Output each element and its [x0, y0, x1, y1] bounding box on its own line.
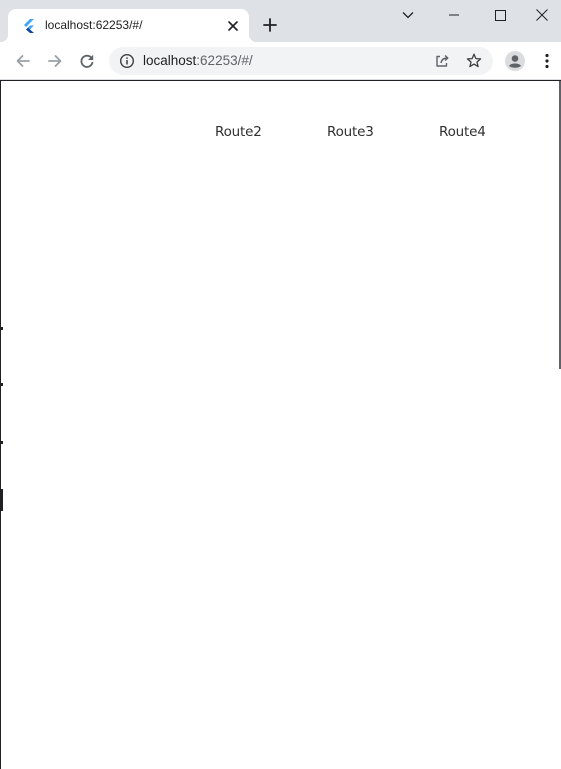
- frame-edge: [1, 327, 3, 330]
- chevron-down-icon: [402, 12, 414, 19]
- browser-tab[interactable]: localhost:62253/#/: [0, 9, 257, 42]
- forward-button[interactable]: [43, 49, 67, 73]
- share-icon[interactable]: [433, 52, 451, 70]
- frame-edge: [1, 383, 3, 386]
- arrow-left-icon: [16, 55, 30, 67]
- kebab-menu-icon: [545, 53, 549, 69]
- tab-title: localhost:62253/#/: [45, 18, 143, 32]
- person-icon: [505, 51, 525, 71]
- url-path: :62253/#/: [196, 53, 253, 68]
- minimize-button[interactable]: [431, 0, 477, 30]
- reload-button[interactable]: [75, 49, 99, 73]
- tab-strip: localhost:62253/#/: [0, 0, 561, 42]
- back-button[interactable]: [11, 49, 35, 73]
- minimize-icon: [449, 14, 459, 16]
- reload-icon: [80, 54, 94, 68]
- star-icon[interactable]: [465, 52, 483, 70]
- close-window-button[interactable]: [523, 0, 561, 30]
- nav-link-route2[interactable]: Route2: [215, 124, 262, 140]
- info-icon[interactable]: [119, 53, 135, 69]
- frame-edge: [1, 489, 3, 511]
- tab-close-button[interactable]: [224, 17, 242, 35]
- frame-edge: [1, 441, 3, 444]
- browser-toolbar: localhost:62253/#/: [0, 42, 561, 80]
- close-icon: [536, 9, 548, 21]
- nav-link-route4[interactable]: Route4: [439, 124, 486, 140]
- nav-link-route3[interactable]: Route3: [327, 124, 374, 140]
- close-icon: [228, 21, 238, 31]
- address-bar[interactable]: localhost:62253/#/: [109, 47, 493, 75]
- new-tab-button[interactable]: [260, 15, 280, 35]
- maximize-button[interactable]: [477, 0, 523, 30]
- browser-menu-button[interactable]: [537, 49, 557, 73]
- plus-icon: [263, 18, 277, 32]
- arrow-right-icon: [48, 55, 62, 67]
- url-text[interactable]: localhost:62253/#/: [143, 53, 253, 68]
- flutter-logo-icon: [24, 19, 34, 33]
- page-viewport: Route2 Route3 Route4: [0, 80, 561, 769]
- browser-window: localhost:62253/#/ localhost:62253/#/ Ro…: [0, 0, 561, 769]
- url-host: localhost: [143, 53, 197, 68]
- tab-search-button[interactable]: [385, 0, 431, 30]
- profile-button[interactable]: [503, 49, 527, 73]
- maximize-icon: [494, 9, 506, 21]
